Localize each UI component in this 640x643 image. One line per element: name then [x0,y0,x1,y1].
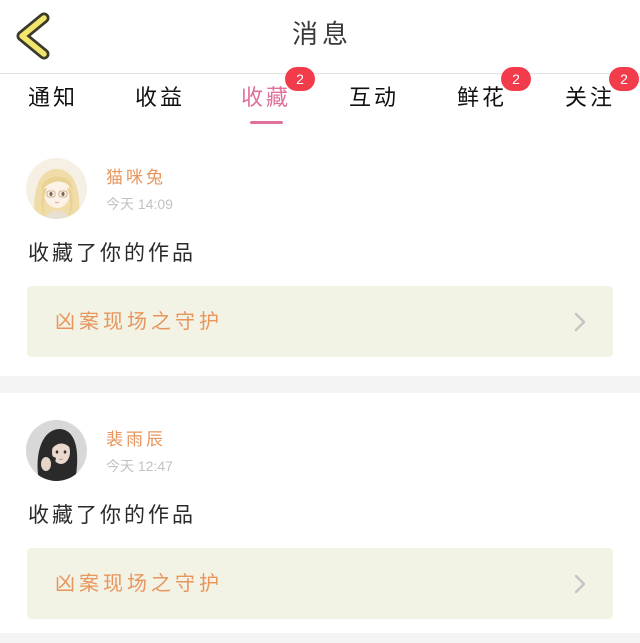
message-time: 今天 12:47 [106,458,173,474]
work-title: 凶案现场之守护 [55,571,223,595]
message-card: 裴雨辰 今天 12:47 收藏了你的作品 凶案现场之守护 [0,393,640,633]
user-avatar[interactable] [26,420,87,481]
tab-label: 通知 [28,86,79,111]
tab-flowers[interactable]: 鲜花 2 [457,67,531,112]
unread-badge: 2 [609,67,639,91]
avatar-image [26,158,87,219]
unread-badge: 2 [501,67,531,91]
tab-favorites[interactable]: 收藏 2 [241,67,315,124]
message-time: 今天 14:09 [106,196,173,212]
section-divider [0,633,640,643]
tab-label: 收益 [135,86,186,111]
messages-page: 消息 通知 收益 收藏 2 互动 鲜花 2 关注 2 猫咪兔 今天 14:09 … [0,0,640,643]
work-link[interactable]: 凶案现场之守护 [27,286,613,357]
tab-label: 关注 [565,86,616,111]
tab-follows[interactable]: 关注 2 [565,67,639,112]
work-link[interactable]: 凶案现场之守护 [27,548,613,619]
tab-label: 收藏 [241,86,292,111]
active-tab-indicator [250,121,283,124]
work-title: 凶案现场之守护 [55,309,223,333]
tab-label: 互动 [349,86,400,111]
user-avatar[interactable] [26,158,87,219]
avatar-image [26,420,87,481]
user-name[interactable]: 猫咪兔 [106,168,166,188]
user-name[interactable]: 裴雨辰 [106,430,166,450]
page-title: 消息 [291,20,352,50]
message-text: 收藏了你的作品 [28,241,196,265]
tab-interactions[interactable]: 互动 [349,86,399,112]
top-bar: 消息 [0,0,640,74]
chevron-right-icon [574,312,586,332]
tab-notifications[interactable]: 通知 [28,86,78,112]
unread-badge: 2 [285,67,315,91]
tab-earnings[interactable]: 收益 [135,86,185,112]
tab-label: 鲜花 [457,86,508,111]
chevron-right-icon [574,574,586,594]
message-card: 猫咪兔 今天 14:09 收藏了你的作品 凶案现场之守护 [0,131,640,376]
section-divider [0,376,640,393]
message-text: 收藏了你的作品 [28,503,196,527]
